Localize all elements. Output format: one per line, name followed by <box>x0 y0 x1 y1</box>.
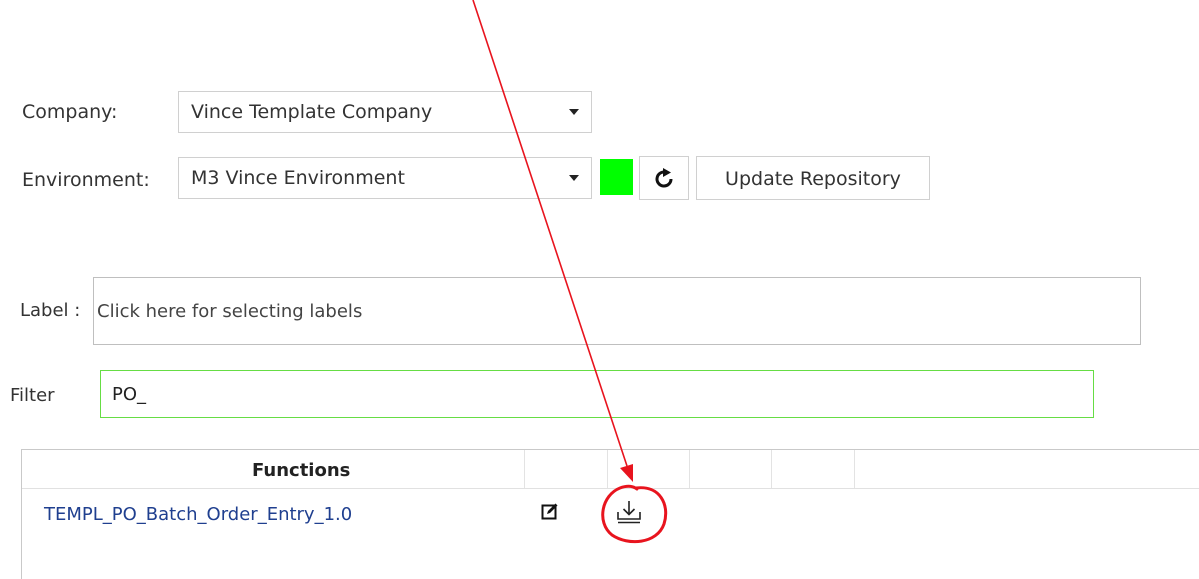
environment-status-indicator <box>600 159 633 195</box>
company-label: Company: <box>22 101 118 123</box>
filter-label: Filter <box>10 385 55 406</box>
chevron-down-icon <box>569 109 579 115</box>
edit-icon[interactable] <box>541 502 559 520</box>
environment-label: Environment: <box>22 169 150 191</box>
chevron-down-icon <box>569 175 579 181</box>
functions-column-header: Functions <box>252 460 351 481</box>
function-link[interactable]: TEMPL_PO_Batch_Order_Entry_1.0 <box>44 504 352 525</box>
environment-value: M3 Vince Environment <box>191 167 405 189</box>
refresh-button[interactable] <box>639 156 689 200</box>
label-field-label: Label : <box>20 300 81 321</box>
label-placeholder: Click here for selecting labels <box>97 301 363 322</box>
download-icon[interactable] <box>614 498 644 526</box>
label-selector[interactable]: Click here for selecting labels <box>93 277 1141 345</box>
environment-select[interactable]: M3 Vince Environment <box>178 157 592 199</box>
company-value: Vince Template Company <box>191 101 433 123</box>
filter-input[interactable]: PO_ <box>100 370 1094 418</box>
company-select[interactable]: Vince Template Company <box>178 91 592 133</box>
update-repository-button[interactable]: Update Repository <box>696 156 930 200</box>
refresh-icon <box>655 168 673 188</box>
functions-table: Functions TEMPL_PO_Batch_Order_Entry_1.0 <box>21 449 1199 579</box>
filter-value: PO_ <box>112 384 147 405</box>
